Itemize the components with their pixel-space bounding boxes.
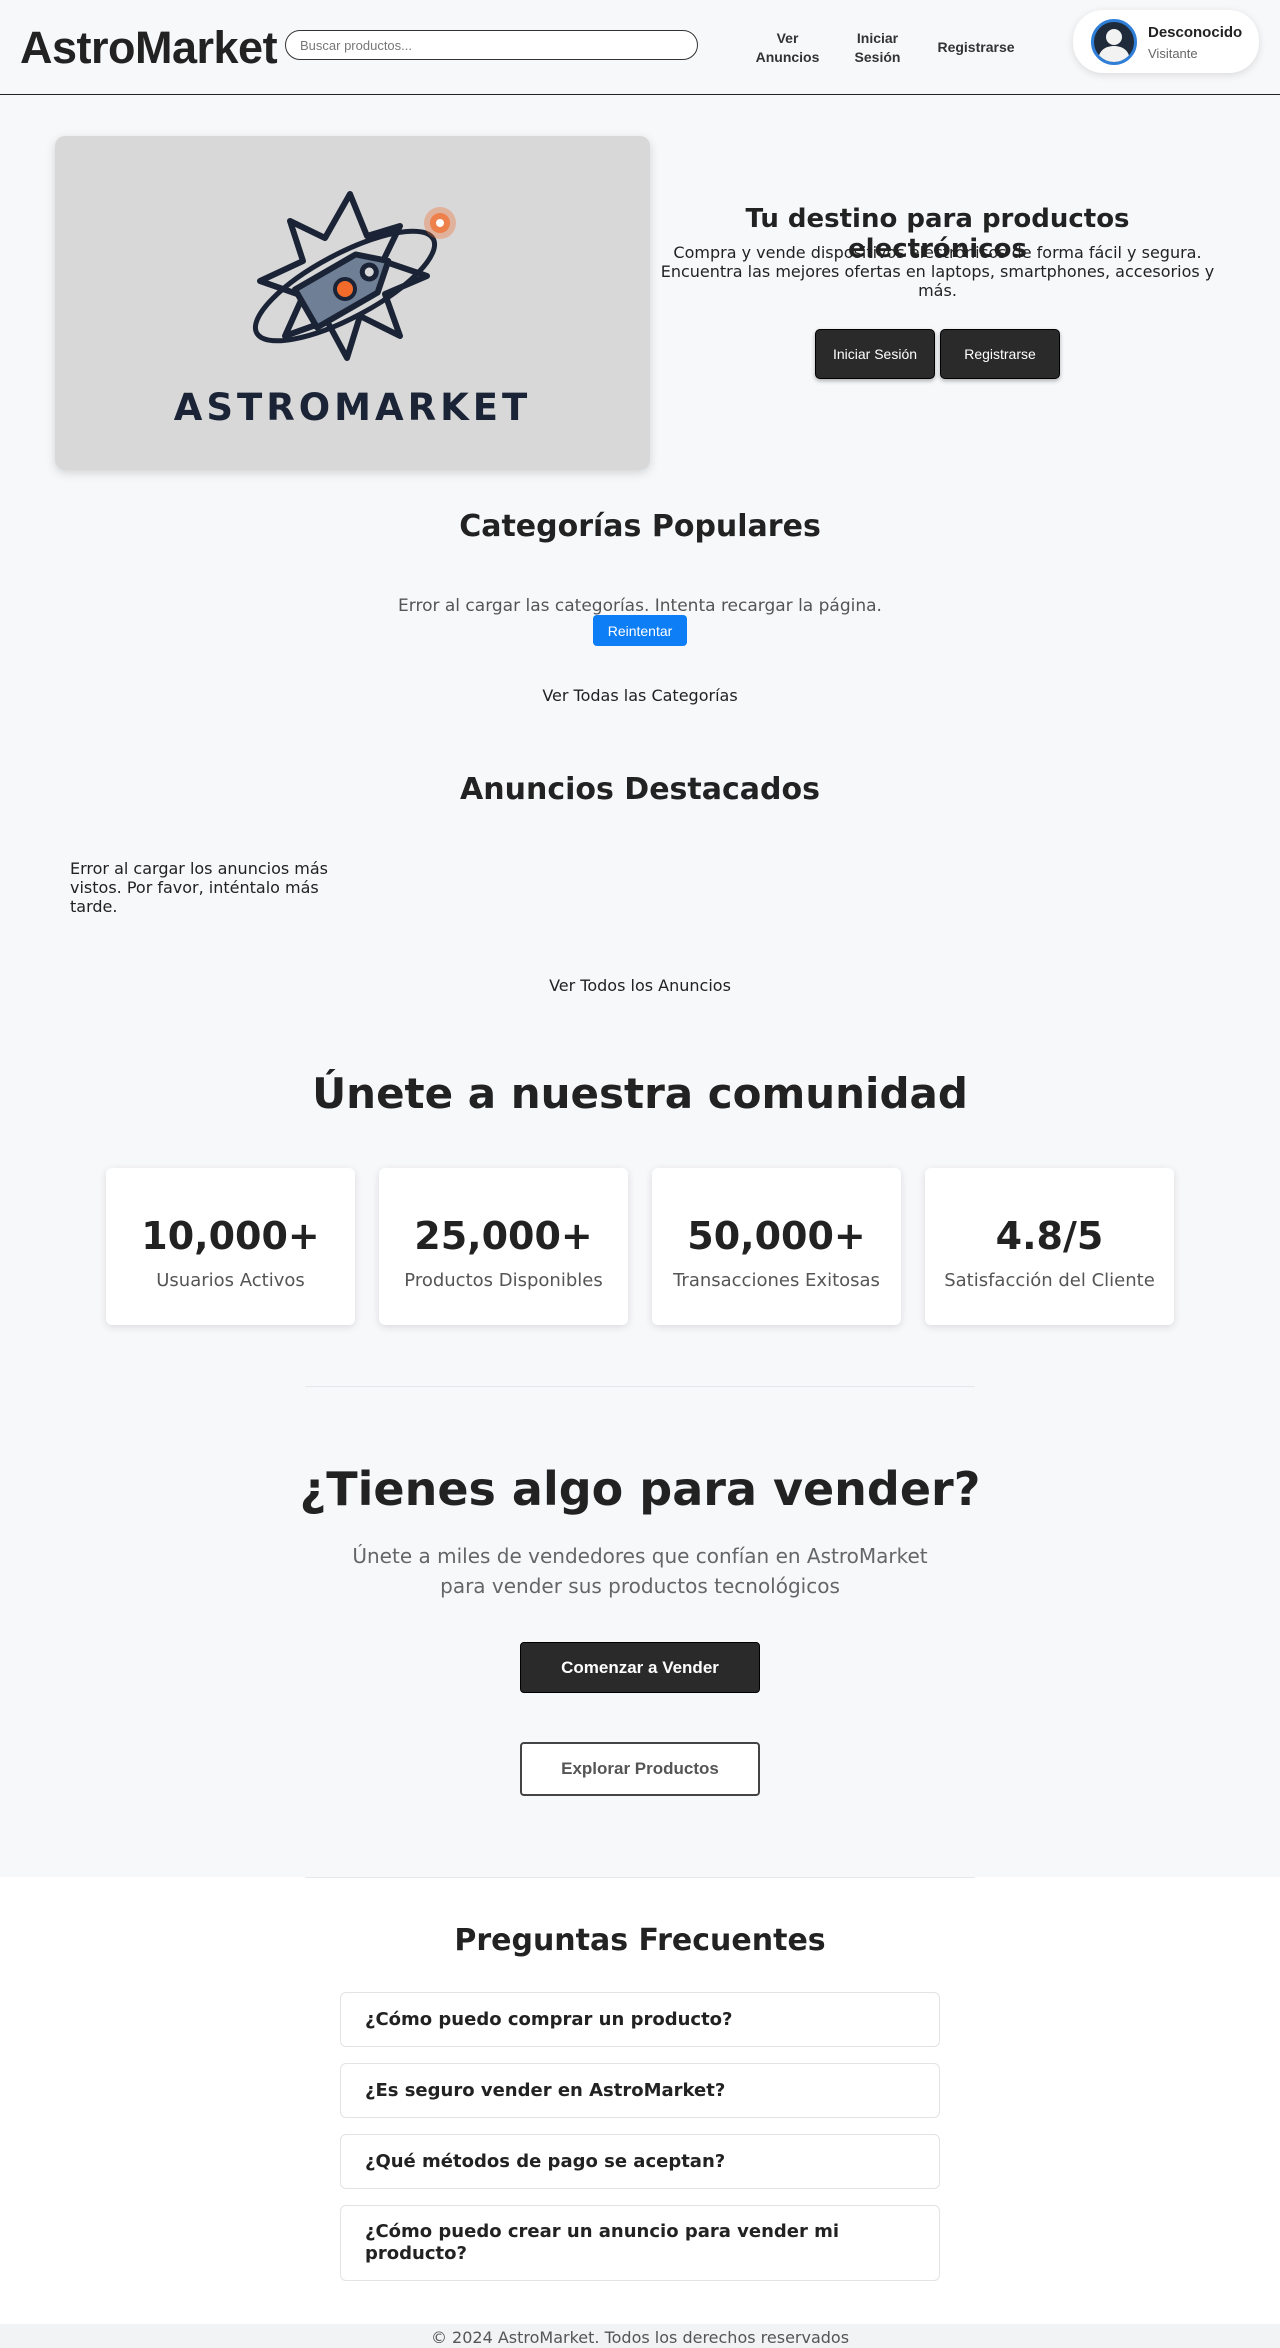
user-avatar-icon [1091, 19, 1137, 65]
nav-login-label: Iniciar Sesión [854, 29, 901, 65]
view-all-ads-link[interactable]: Ver Todos los Anuncios [0, 976, 1280, 995]
user-profile-card[interactable]: Desconocido Visitante [1073, 10, 1259, 73]
featured-ads-title: Anuncios Destacados [460, 772, 820, 807]
faq-question: ¿Es seguro vender en AstroMarket? [365, 2079, 726, 2101]
faq-title: Preguntas Frecuentes [454, 1923, 826, 1958]
faq-question: ¿Cómo puedo crear un anuncio para vender… [365, 2221, 840, 2264]
hero-login-button[interactable]: Iniciar Sesión [815, 329, 935, 379]
section-divider [305, 1386, 975, 1387]
faq-item[interactable]: ¿Cómo puedo comprar un producto? [340, 1992, 940, 2047]
categories-error-message: Error al cargar las categorías. Intenta … [398, 596, 882, 616]
brand-logo[interactable]: AstroMarket [20, 22, 278, 74]
stat-value: 4.8/5 [995, 1214, 1104, 1258]
nav-view-ads[interactable]: Ver Anuncios [745, 0, 830, 95]
faq-question: ¿Cómo puedo comprar un producto? [365, 2008, 733, 2030]
stat-card: 4.8/5 Satisfacción del Cliente [925, 1168, 1174, 1325]
stat-value: 50,000+ [687, 1214, 866, 1258]
faq-item[interactable]: ¿Es seguro vender en AstroMarket? [340, 2063, 940, 2118]
faq-item[interactable]: ¿Qué métodos de pago se aceptan? [340, 2134, 940, 2189]
nav-login[interactable]: Iniciar Sesión [840, 0, 915, 95]
stat-label: Productos Disponibles [404, 1270, 603, 1291]
stat-card: 25,000+ Productos Disponibles [379, 1168, 628, 1325]
hero-subtitle: Compra y vende dispositivos electrónicos… [660, 243, 1215, 300]
hero-register-button[interactable]: Registrarse [940, 329, 1060, 379]
nav-view-ads-label: Ver Anuncios [755, 29, 820, 65]
explore-products-button[interactable]: Explorar Productos [520, 1742, 760, 1796]
stat-label: Usuarios Activos [156, 1270, 305, 1291]
nav-register[interactable]: Registrarse [930, 0, 1022, 95]
sell-cta-title: ¿Tienes algo para vender? [299, 1462, 981, 1516]
user-role: Visitante [1148, 46, 1198, 61]
start-selling-button[interactable]: Comenzar a Vender [520, 1642, 760, 1693]
categories-title: Categorías Populares [459, 509, 821, 544]
stat-label: Satisfacción del Cliente [944, 1270, 1155, 1291]
stat-card: 50,000+ Transacciones Exitosas [652, 1168, 901, 1325]
footer-copyright: © 2024 AstroMarket. Todos los derechos r… [430, 2328, 850, 2347]
nav-register-label: Registrarse [937, 39, 1015, 55]
view-all-categories-link[interactable]: Ver Todas las Categorías [0, 686, 1280, 705]
user-name: Desconocido [1148, 24, 1243, 41]
faq-item[interactable]: ¿Cómo puedo crear un anuncio para vender… [340, 2205, 940, 2281]
hero-logo-wordmark: ASTROMARKET [173, 386, 532, 429]
retry-button[interactable]: Reintentar [593, 615, 687, 646]
stat-value: 25,000+ [414, 1214, 593, 1258]
community-title: Únete a nuestra comunidad [312, 1069, 968, 1118]
site-header: AstroMarket Ver Anuncios Iniciar Sesión … [0, 0, 1280, 95]
faq-question: ¿Qué métodos de pago se aceptan? [365, 2150, 726, 2172]
section-divider [305, 1877, 975, 1878]
stat-label: Transacciones Exitosas [673, 1270, 880, 1291]
featured-ads-error-message: Error al cargar los anuncios más vistos.… [70, 859, 329, 916]
stat-value: 10,000+ [141, 1214, 320, 1258]
hero-logo-image: ASTROMARKET [55, 136, 650, 470]
stat-card: 10,000+ Usuarios Activos [106, 1168, 355, 1325]
sell-cta-subtitle: Únete a miles de vendedores que confían … [352, 1544, 928, 1598]
search-input[interactable] [285, 30, 698, 60]
